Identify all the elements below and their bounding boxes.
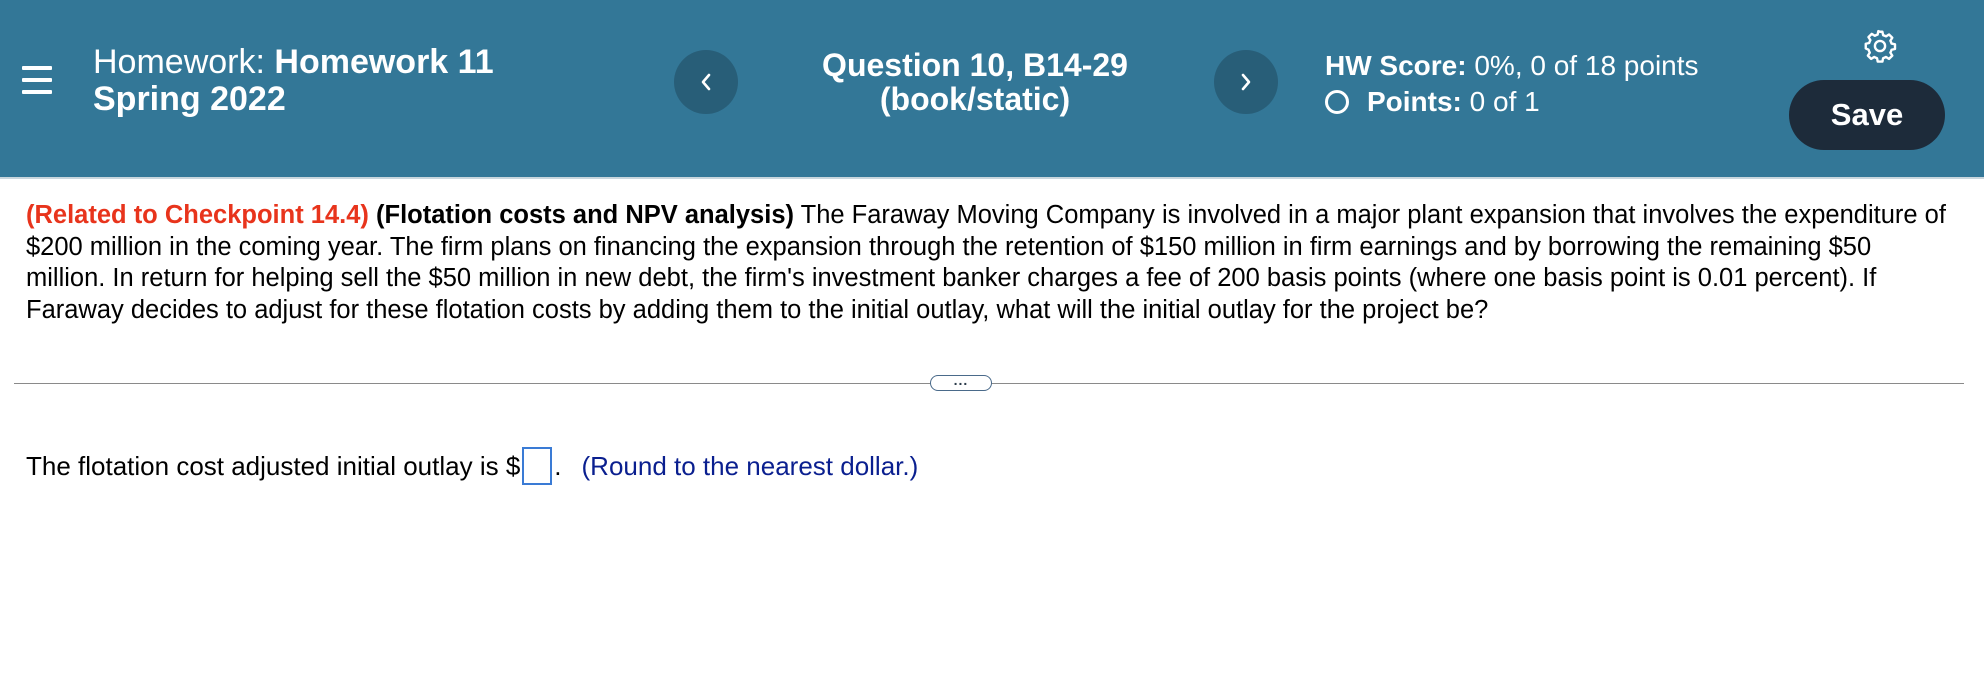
rounding-instruction: (Round to the nearest dollar.) — [581, 451, 919, 481]
question-number: Question 10, B14-29 — [822, 47, 1128, 83]
checkpoint-reference: (Related to Checkpoint 14.4) — [26, 201, 369, 229]
answer-row: The flotation cost adjusted initial outl… — [26, 447, 918, 485]
question-topic: (Flotation costs and NPV analysis) — [376, 201, 794, 229]
answer-input[interactable] — [522, 447, 553, 485]
previous-question-button[interactable] — [674, 50, 738, 114]
header-divider — [0, 177, 1984, 179]
points-value: 0 of 1 — [1469, 86, 1540, 117]
points-label: Points: — [1367, 86, 1462, 117]
question-text: (Related to Checkpoint 14.4) (Flotation … — [26, 200, 1956, 326]
expand-more-button[interactable]: ... — [930, 372, 992, 391]
next-question-button[interactable] — [1214, 50, 1278, 114]
hw-score-value: 0%, 0 of 18 points — [1474, 50, 1699, 81]
gear-icon[interactable] — [1862, 28, 1898, 64]
hamburger-menu-icon[interactable] — [20, 66, 54, 96]
hw-score-label: HW Score: — [1325, 50, 1467, 81]
homework-term: Spring 2022 — [93, 80, 286, 118]
question-title: Question 10, B14-29 (book/static) — [780, 48, 1170, 116]
homework-prefix: Homework: — [93, 43, 265, 81]
save-button[interactable]: Save — [1789, 80, 1945, 150]
points-status-icon — [1325, 90, 1349, 114]
answer-prompt: The flotation cost adjusted initial outl… — [26, 451, 521, 481]
score-panel: HW Score: 0%, 0 of 18 points Points: 0 o… — [1325, 48, 1699, 120]
top-header-bar: Homework: Homework 11 Spring 2022 Questi… — [0, 0, 1984, 177]
chevron-right-icon — [1241, 73, 1251, 91]
chevron-left-icon — [701, 73, 711, 91]
answer-period: . — [554, 451, 562, 481]
homework-title: Homework: Homework 11 Spring 2022 — [93, 44, 494, 118]
ellipsis-icon: ... — [953, 372, 969, 388]
homework-name: Homework 11 — [274, 43, 494, 81]
question-source: (book/static) — [879, 81, 1071, 117]
